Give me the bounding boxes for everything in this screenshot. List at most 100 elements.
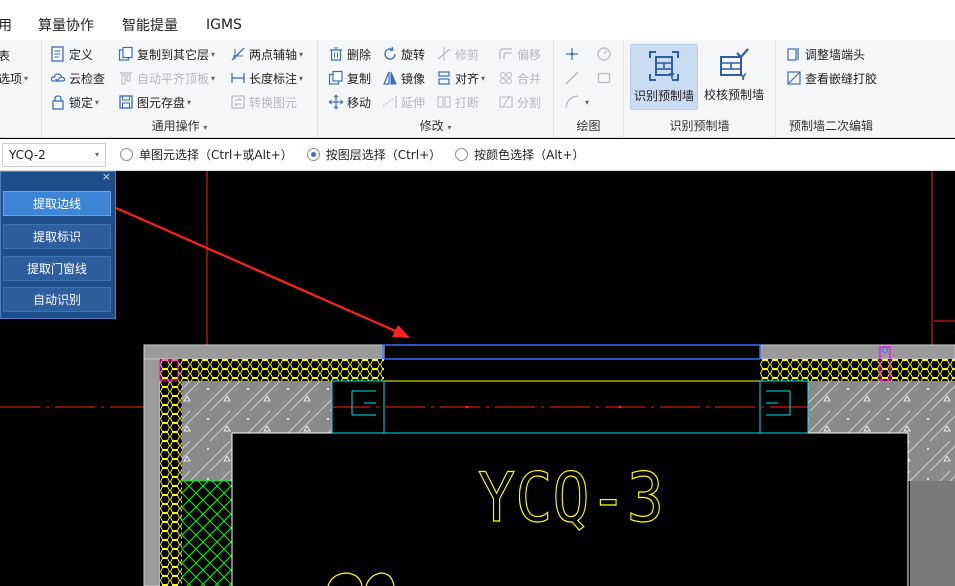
- chevron-down-icon: ▾: [585, 97, 590, 107]
- ribbon-group-secondary-edit: 调整墙端头 查看嵌缝打胶 预制墙二次编辑: [776, 40, 886, 138]
- save-element-label: 图元存盘: [137, 95, 186, 110]
- draw-line-button[interactable]: [564, 68, 583, 88]
- partial-options-button[interactable]: 选项 ▾: [0, 68, 28, 88]
- offset-button[interactable]: 偏移: [498, 44, 541, 64]
- circle-icon: [596, 46, 612, 62]
- two-point-axis-button[interactable]: 两点辅轴 ▾: [230, 44, 303, 64]
- lock-button[interactable]: 锁定 ▾: [50, 92, 99, 112]
- convert-element-label: 转换图元: [249, 95, 298, 110]
- drawing-label: YCQ-3: [478, 459, 664, 538]
- define-icon: [50, 46, 66, 62]
- auto-align-top-button[interactable]: 自动平齐顶板 ▾: [118, 68, 215, 88]
- move-button[interactable]: 移动: [328, 92, 371, 112]
- delete-icon: [328, 46, 344, 62]
- draw-circle-button[interactable]: [596, 44, 615, 64]
- break-label: 打断: [455, 95, 480, 110]
- save-element-icon: [118, 94, 134, 110]
- break-icon: [436, 94, 452, 110]
- chevron-down-icon: ▾: [299, 73, 304, 83]
- rectangle-icon: [596, 70, 612, 86]
- offset-icon: [498, 46, 514, 62]
- cad-canvas[interactable]: YCQ-3: [0, 171, 955, 586]
- group-title-modify: 修改 ▾: [419, 119, 452, 133]
- save-element-button[interactable]: 图元存盘 ▾: [118, 92, 191, 112]
- radio-single-element[interactable]: 单图元选择（Ctrl+或Alt+）: [120, 146, 293, 163]
- extend-label: 延伸: [401, 95, 426, 110]
- recognize-prefab-wall-button[interactable]: Y 识别预制墙: [630, 44, 698, 110]
- ribbon-group-partial: 表 选项 ▾: [0, 40, 42, 138]
- convert-element-button[interactable]: 转换图元: [230, 92, 297, 112]
- mirror-button[interactable]: 镜像: [382, 68, 425, 88]
- draw-point-button[interactable]: [564, 44, 583, 64]
- break-button[interactable]: 打断: [436, 92, 479, 112]
- merge-icon: [498, 70, 514, 86]
- adjust-wall-end-button[interactable]: 调整墙端头: [786, 44, 865, 64]
- chevron-down-icon: ▾: [211, 73, 216, 83]
- auto-recognize-button[interactable]: 自动识别: [3, 287, 111, 312]
- extend-icon: [382, 94, 398, 110]
- merge-label: 合并: [517, 71, 542, 86]
- ribbon-group-common-ops: 定义 云检查 锁定 ▾ 复制到其它层 ▾ 自动平齐顶板 ▾ 图元存盘 ▾ 两点辅…: [42, 40, 318, 138]
- radio-by-layer[interactable]: 按图层选择（Ctrl+）: [306, 146, 441, 163]
- crosshair-point-icon: [564, 46, 580, 62]
- partial-table-button[interactable]: 表: [0, 45, 10, 65]
- length-dimension-button[interactable]: 长度标注 ▾: [230, 68, 303, 88]
- layer-dropdown[interactable]: YCQ-2 ▾: [2, 142, 106, 167]
- cloud-check-label: 云检查: [69, 71, 106, 86]
- axis-icon: [230, 46, 246, 62]
- ribbon-group-modify: 删除 复制 移动 旋转 镜像 延伸 修剪 对齐 ▾ 打断 偏移 合并 分割 修改…: [318, 40, 554, 138]
- recognize-prefab-wall-label: 识别预制墙: [633, 89, 694, 103]
- delete-label: 删除: [347, 47, 372, 62]
- align-top-icon: [118, 70, 134, 86]
- menu-item-apply[interactable]: 用: [0, 15, 12, 35]
- draw-rect-button[interactable]: [596, 68, 615, 88]
- radio-dot: [455, 148, 469, 161]
- lock-label: 锁定: [69, 95, 94, 110]
- extract-door-window-button[interactable]: 提取门窗线: [3, 256, 111, 281]
- extend-button[interactable]: 延伸: [382, 92, 425, 112]
- merge-button[interactable]: 合并: [498, 68, 541, 88]
- ribbon-group-draw: ▾ 绘图: [554, 40, 624, 138]
- group-title-recognize: 识别预制墙: [669, 119, 730, 133]
- split-button[interactable]: 分割: [498, 92, 541, 112]
- convert-icon: [230, 94, 246, 110]
- define-button[interactable]: 定义: [50, 44, 93, 64]
- extract-edge-button[interactable]: 提取边线: [3, 191, 111, 216]
- recognize-wall-icon: Y: [649, 51, 679, 81]
- copy-button[interactable]: 复制: [328, 68, 371, 88]
- delete-button[interactable]: 删除: [328, 44, 371, 64]
- two-point-axis-label: 两点辅轴: [249, 47, 298, 62]
- menu-item-collaboration[interactable]: 算量协作: [38, 15, 94, 35]
- rotate-label: 旋转: [401, 47, 426, 62]
- close-icon[interactable]: ×: [102, 170, 111, 183]
- copy-icon: [328, 70, 344, 86]
- ribbon: 表 选项 ▾ 定义 云检查 锁定 ▾ 复制到其它层 ▾ 自动平齐顶板 ▾ 图元存…: [0, 40, 955, 138]
- extract-mark-button[interactable]: 提取标识: [3, 224, 111, 249]
- split-label: 分割: [517, 95, 542, 110]
- partial-table-label: 表: [0, 48, 11, 63]
- draw-arc-button[interactable]: ▾: [564, 92, 589, 112]
- arc-icon: [564, 94, 580, 110]
- chevron-down-icon: ▾: [211, 49, 216, 59]
- group-title-secondary-edit: 预制墙二次编辑: [788, 119, 873, 133]
- rotate-button[interactable]: 旋转: [382, 44, 425, 64]
- verify-prefab-wall-button[interactable]: Y 校核预制墙: [700, 44, 768, 110]
- mirror-icon: [382, 70, 398, 86]
- layer-dropdown-value: YCQ-2: [9, 147, 46, 162]
- length-dimension-label: 长度标注: [249, 71, 298, 86]
- align-button[interactable]: 对齐 ▾: [436, 68, 485, 88]
- copy-to-layer-button[interactable]: 复制到其它层 ▾: [118, 44, 215, 64]
- menu-item-igms[interactable]: IGMS: [206, 17, 242, 33]
- align-label: 对齐: [455, 71, 480, 86]
- menu-item-smart-takeoff[interactable]: 智能提量: [122, 15, 178, 35]
- radio-dot: [120, 148, 133, 161]
- cloud-check-button[interactable]: 云检查: [50, 68, 105, 88]
- menu-bar: 用 算量协作 智能提量 IGMS: [0, 10, 955, 40]
- partial-options-label: 选项: [0, 71, 23, 86]
- view-seam-sealant-button[interactable]: 查看嵌缝打胶: [786, 68, 877, 88]
- define-label: 定义: [69, 47, 94, 62]
- trim-button[interactable]: 修剪: [436, 44, 479, 64]
- selection-mode-bar: YCQ-2 ▾ 单图元选择（Ctrl+或Alt+） 按图层选择（Ctrl+） 按…: [0, 139, 955, 171]
- mirror-label: 镜像: [401, 71, 426, 86]
- radio-by-color[interactable]: 按颜色选择（Alt+）: [455, 146, 584, 163]
